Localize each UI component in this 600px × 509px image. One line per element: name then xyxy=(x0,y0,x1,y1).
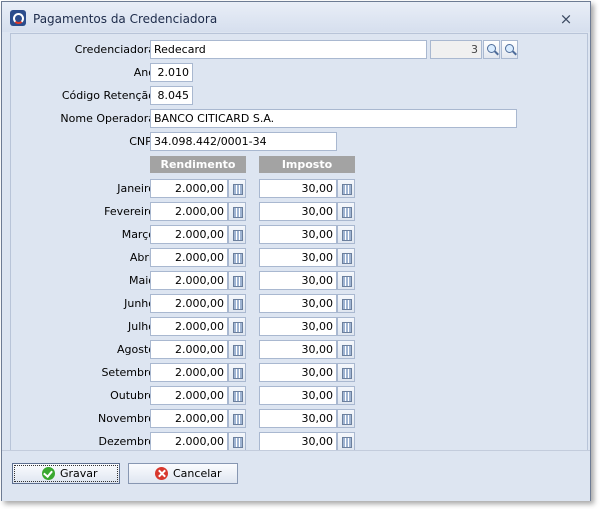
rendimento-field[interactable]: 2.000,00 xyxy=(150,271,228,290)
month-label: Agosto xyxy=(116,343,155,356)
calculator-icon[interactable] xyxy=(228,271,246,290)
imposto-field[interactable]: 30,00 xyxy=(259,225,337,244)
calculator-icon[interactable] xyxy=(337,363,355,382)
imposto-field[interactable]: 30,00 xyxy=(259,409,337,428)
rendimento-field[interactable]: 2.000,00 xyxy=(150,340,228,359)
imposto-field[interactable]: 30,00 xyxy=(259,386,337,405)
calculator-icon[interactable] xyxy=(337,409,355,428)
month-label: Setembro xyxy=(101,366,155,379)
calculator-icon[interactable] xyxy=(337,294,355,313)
rendimento-field[interactable]: 2.000,00 xyxy=(150,432,228,451)
calculator-icon[interactable] xyxy=(228,340,246,359)
calculator-icon[interactable] xyxy=(337,432,355,451)
rendimento-field[interactable]: 2.000,00 xyxy=(150,179,228,198)
codigo-retencao-field[interactable]: 8.045 xyxy=(150,86,193,105)
month-label: Novembro xyxy=(98,412,155,425)
rendimento-field[interactable]: 2.000,00 xyxy=(150,248,228,267)
rendimento-field[interactable]: 2.000,00 xyxy=(150,409,228,428)
calculator-icon[interactable] xyxy=(228,294,246,313)
calculator-icon[interactable] xyxy=(337,386,355,405)
month-label: Janeiro xyxy=(117,182,155,195)
save-button[interactable]: Gravar xyxy=(12,463,120,484)
month-label: Outubro xyxy=(110,389,155,402)
rendimento-field[interactable]: 2.000,00 xyxy=(150,317,228,336)
cancel-icon xyxy=(155,467,168,480)
imposto-field[interactable]: 30,00 xyxy=(259,202,337,221)
calculator-icon[interactable] xyxy=(228,179,246,198)
month-label: Maio xyxy=(128,274,155,287)
window-title: Pagamentos da Credenciadora xyxy=(33,12,218,26)
calculator-icon[interactable] xyxy=(337,179,355,198)
rendimento-field[interactable]: 2.000,00 xyxy=(150,363,228,382)
calculator-icon[interactable] xyxy=(228,202,246,221)
close-icon[interactable]: × xyxy=(558,11,574,27)
rendimento-field[interactable]: 2.000,00 xyxy=(150,386,228,405)
ano-label: Ano xyxy=(133,66,155,79)
calculator-icon[interactable] xyxy=(228,317,246,336)
rendimento-field[interactable]: 2.000,00 xyxy=(150,294,228,313)
calculator-icon[interactable] xyxy=(228,363,246,382)
imposto-field[interactable]: 30,00 xyxy=(259,317,337,336)
calculator-icon[interactable] xyxy=(337,317,355,336)
calculator-icon[interactable] xyxy=(337,225,355,244)
calculator-icon[interactable] xyxy=(228,225,246,244)
button-bar: Gravar Cancelar xyxy=(2,450,590,501)
search-alt-icon[interactable] xyxy=(501,40,518,59)
imposto-field[interactable]: 30,00 xyxy=(259,271,337,290)
app-logo-icon xyxy=(10,10,26,26)
codigo-retencao-label: Código Retenção xyxy=(61,89,155,102)
rendimento-field[interactable]: 2.000,00 xyxy=(150,225,228,244)
calculator-icon[interactable] xyxy=(228,386,246,405)
imposto-field[interactable]: 30,00 xyxy=(259,340,337,359)
form-panel: Credenciadora Redecard 3 Ano 2.010 Códig… xyxy=(10,33,588,451)
credenciadora-code-field: 3 xyxy=(430,40,482,59)
check-icon xyxy=(42,467,55,480)
calculator-icon[interactable] xyxy=(337,202,355,221)
cancel-button[interactable]: Cancelar xyxy=(128,463,238,484)
imposto-field[interactable]: 30,00 xyxy=(259,248,337,267)
credenciadora-label: Credenciadora xyxy=(74,43,155,56)
month-label: Dezembro xyxy=(98,435,156,448)
title-bar: Pagamentos da Credenciadora × xyxy=(2,2,590,32)
imposto-header: Imposto xyxy=(259,156,355,173)
dialog-window: Pagamentos da Credenciadora × Credenciad… xyxy=(1,1,591,501)
month-label: Junho xyxy=(124,297,155,310)
rendimento-field[interactable]: 2.000,00 xyxy=(150,202,228,221)
month-label: Fevereiro xyxy=(104,205,155,218)
cancel-button-label: Cancelar xyxy=(173,467,222,480)
calculator-icon[interactable] xyxy=(337,248,355,267)
month-label: Abril xyxy=(129,251,155,264)
calculator-icon[interactable] xyxy=(228,248,246,267)
nome-operadora-field[interactable]: BANCO CITICARD S.A. xyxy=(150,109,517,128)
imposto-field[interactable]: 30,00 xyxy=(259,179,337,198)
ano-field[interactable]: 2.010 xyxy=(150,63,193,82)
cnpj-field[interactable]: 34.098.442/0001-34 xyxy=(150,132,337,151)
month-label: Julho xyxy=(128,320,155,333)
nome-operadora-label: Nome Operadora xyxy=(60,112,155,125)
month-label: Março xyxy=(121,228,155,241)
imposto-field[interactable]: 30,00 xyxy=(259,432,337,451)
imposto-field[interactable]: 30,00 xyxy=(259,294,337,313)
save-button-label: Gravar xyxy=(60,467,98,480)
calculator-icon[interactable] xyxy=(228,409,246,428)
calculator-icon[interactable] xyxy=(228,432,246,451)
calculator-icon[interactable] xyxy=(337,340,355,359)
calculator-icon[interactable] xyxy=(337,271,355,290)
credenciadora-field[interactable]: Redecard xyxy=(150,40,427,59)
rendimento-header: Rendimento xyxy=(150,156,246,173)
cnpj-label: CNPJ xyxy=(129,135,155,148)
search-icon[interactable] xyxy=(483,40,500,59)
imposto-field[interactable]: 30,00 xyxy=(259,363,337,382)
